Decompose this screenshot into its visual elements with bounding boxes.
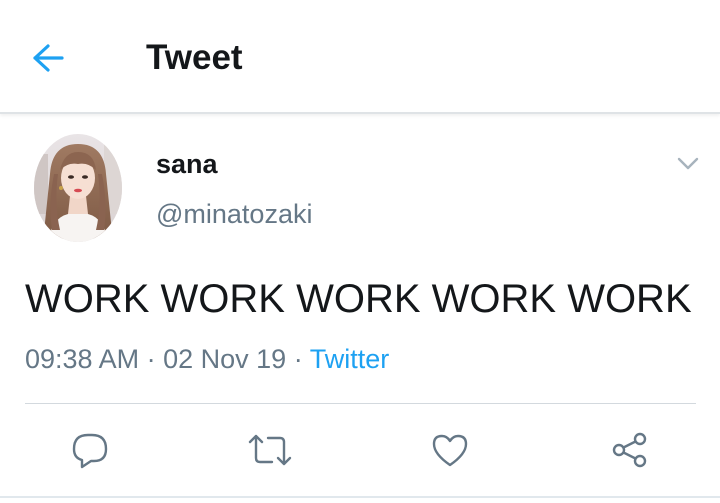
tweet-detail-screen: Tweet sana @minatozaki WORK WORK WORK WO…: [0, 0, 720, 503]
tweet-source-link[interactable]: Twitter: [310, 344, 390, 374]
author-display-name[interactable]: sana: [156, 148, 218, 180]
bottom-divider: [0, 496, 720, 498]
like-button[interactable]: [426, 428, 474, 472]
author-handle[interactable]: @minatozaki: [156, 198, 312, 230]
arrow-left-icon: [33, 44, 64, 72]
tweet-date: 02 Nov 19: [163, 344, 287, 374]
avatar[interactable]: [34, 134, 122, 242]
back-button[interactable]: [24, 34, 72, 82]
share-icon: [612, 432, 647, 468]
share-button[interactable]: [606, 428, 654, 472]
retweet-icon: [248, 434, 292, 466]
meta-separator: ·: [293, 344, 303, 374]
tweet-text: WORK WORK WORK WORK WORK: [25, 277, 692, 321]
heart-icon: [432, 434, 468, 467]
retweet-button[interactable]: [246, 428, 294, 472]
top-app-bar: Tweet: [0, 0, 720, 114]
reply-icon: [72, 433, 108, 469]
profile-photo: [34, 134, 122, 242]
meta-separator: ·: [146, 344, 156, 374]
reply-button[interactable]: [66, 428, 114, 472]
page-title: Tweet: [146, 38, 243, 77]
tweet-time: 09:38 AM: [25, 344, 140, 374]
divider: [25, 403, 696, 404]
tweet-metadata: 09:38 AM · 02 Nov 19 · Twitter: [25, 342, 389, 376]
tweet-menu-button[interactable]: [672, 150, 704, 178]
chevron-down-icon: [677, 157, 699, 170]
